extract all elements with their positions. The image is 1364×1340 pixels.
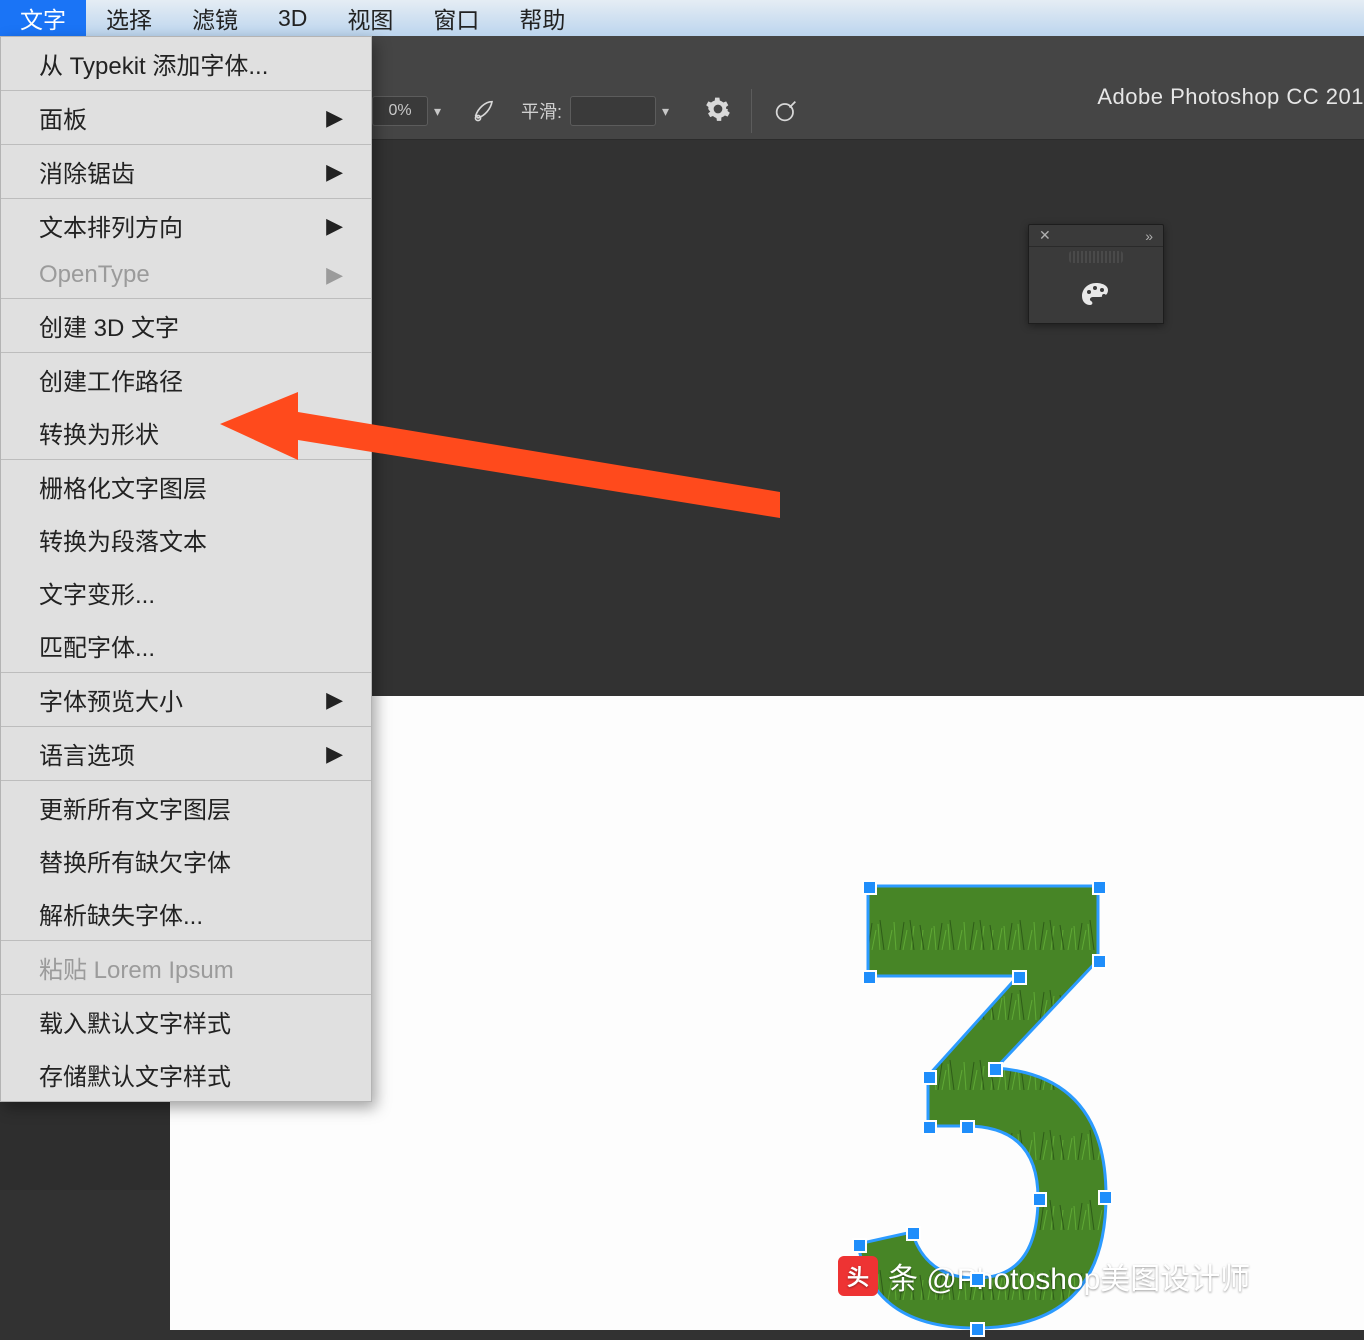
menu-replace-missing-fonts[interactable]: 替换所有缺欠字体 bbox=[1, 834, 371, 887]
submenu-arrow-icon: ▶ bbox=[326, 741, 343, 767]
menu-language-options[interactable]: 语言选项 ▶ bbox=[1, 727, 371, 780]
menu-paste-lorem: 粘贴 Lorem Ipsum bbox=[1, 941, 371, 994]
menu-item-label: 字体预览大小 bbox=[39, 682, 183, 717]
close-icon[interactable]: ✕ bbox=[1039, 227, 1051, 244]
menu-item-label: 替换所有缺欠字体 bbox=[39, 843, 231, 878]
menu-item-label: 栅格化文字图层 bbox=[39, 469, 207, 504]
menubar: 文字 选择 滤镜 3D 视图 窗口 帮助 bbox=[0, 0, 1364, 36]
menu-item-label: 消除锯齿 bbox=[39, 154, 135, 189]
submenu-arrow-icon: ▶ bbox=[326, 105, 343, 131]
menu-item-label: 从 Typekit 添加字体... bbox=[39, 46, 268, 81]
menu-item-label: 载入默认文字样式 bbox=[39, 1004, 231, 1039]
anchor-point[interactable] bbox=[1092, 880, 1107, 895]
menu-item-label: 转换为段落文本 bbox=[39, 522, 207, 557]
watermark-prefix: 条 bbox=[888, 1254, 918, 1298]
menu-create-3d-text[interactable]: 创建 3D 文字 bbox=[1, 299, 371, 352]
menu-help[interactable]: 帮助 bbox=[499, 0, 585, 36]
submenu-arrow-icon: ▶ bbox=[326, 159, 343, 185]
brush-settings-icon[interactable] bbox=[471, 97, 499, 125]
anchor-point[interactable] bbox=[852, 1238, 867, 1253]
collapsed-panel[interactable]: ✕ » bbox=[1028, 224, 1164, 324]
menu-item-label: 更新所有文字图层 bbox=[39, 790, 231, 825]
anchor-point[interactable] bbox=[1092, 954, 1107, 969]
menu-item-label: 存储默认文字样式 bbox=[39, 1057, 231, 1092]
expand-icon[interactable]: » bbox=[1145, 228, 1153, 244]
zoom-value[interactable]: 0% bbox=[372, 96, 428, 126]
zoom-field[interactable]: 0% ▾ bbox=[372, 96, 447, 126]
menu-window[interactable]: 窗口 bbox=[413, 0, 499, 36]
anchor-point[interactable] bbox=[906, 1226, 921, 1241]
anchor-point[interactable] bbox=[862, 970, 877, 985]
submenu-arrow-icon: ▶ bbox=[326, 213, 343, 239]
submenu-arrow-icon: ▶ bbox=[326, 687, 343, 713]
menu-match-font[interactable]: 匹配字体... bbox=[1, 619, 371, 672]
anchor-point[interactable] bbox=[1032, 1192, 1047, 1207]
menu-item-label: 语言选项 bbox=[39, 736, 135, 771]
menu-warp-text[interactable]: 文字变形... bbox=[1, 566, 371, 619]
menu-update-all-type[interactable]: 更新所有文字图层 bbox=[1, 781, 371, 834]
anchor-point[interactable] bbox=[922, 1070, 937, 1085]
menu-filter[interactable]: 滤镜 bbox=[172, 0, 258, 36]
menu-item-label: 创建 3D 文字 bbox=[39, 308, 179, 343]
watermark: 头 条 @Photoshop美图设计师 bbox=[838, 1254, 1250, 1298]
chevron-down-icon[interactable]: ▾ bbox=[428, 103, 447, 120]
menu-item-label: 文本排列方向 bbox=[39, 208, 183, 243]
menu-text-orientation[interactable]: 文本排列方向 ▶ bbox=[1, 199, 371, 252]
menu-item-label: 面板 bbox=[39, 100, 87, 135]
menu-view[interactable]: 视图 bbox=[327, 0, 413, 36]
menu-opentype: OpenType ▶ bbox=[1, 252, 371, 298]
app-title: Adobe Photoshop CC 201 bbox=[1097, 84, 1364, 110]
chevron-down-icon[interactable]: ▾ bbox=[656, 103, 675, 120]
menu-antialias[interactable]: 消除锯齿 ▶ bbox=[1, 145, 371, 198]
menu-3d[interactable]: 3D bbox=[258, 0, 327, 36]
color-palette-icon[interactable] bbox=[1080, 282, 1112, 308]
menu-item-label: 粘贴 Lorem Ipsum bbox=[39, 950, 234, 985]
menu-type[interactable]: 文字 bbox=[0, 0, 86, 36]
menu-item-label: 转换为形状 bbox=[39, 415, 159, 450]
menu-item-label: 创建工作路径 bbox=[39, 362, 183, 397]
smooth-value[interactable] bbox=[570, 96, 656, 126]
menu-save-default-type-styles[interactable]: 存储默认文字样式 bbox=[1, 1048, 371, 1101]
anchor-point[interactable] bbox=[1012, 970, 1027, 985]
anchor-point[interactable] bbox=[970, 1272, 985, 1287]
brush-target-icon[interactable] bbox=[772, 97, 800, 125]
smooth-label: 平滑: bbox=[521, 98, 562, 124]
anchor-point[interactable] bbox=[960, 1120, 975, 1135]
menu-item-label: 解析缺失字体... bbox=[39, 896, 203, 931]
menu-item-label: OpenType bbox=[39, 261, 150, 289]
type-menu-dropdown: 从 Typekit 添加字体... 面板 ▶ 消除锯齿 ▶ 文本排列方向 ▶ Open… bbox=[0, 36, 372, 1102]
submenu-arrow-icon: ▶ bbox=[326, 262, 343, 288]
watermark-logo: 头 bbox=[838, 1256, 878, 1296]
annotation-arrow bbox=[220, 392, 800, 532]
menu-add-typekit-fonts[interactable]: 从 Typekit 添加字体... bbox=[1, 37, 371, 90]
anchor-point[interactable] bbox=[862, 880, 877, 895]
smooth-field[interactable]: ▾ bbox=[570, 96, 675, 126]
anchor-point[interactable] bbox=[922, 1120, 937, 1135]
menu-resolve-missing-fonts[interactable]: 解析缺失字体... bbox=[1, 887, 371, 940]
divider bbox=[751, 89, 752, 133]
gear-icon[interactable] bbox=[705, 96, 731, 127]
grip-icon[interactable] bbox=[1069, 251, 1123, 263]
menu-item-label: 文字变形... bbox=[39, 575, 155, 610]
anchor-point[interactable] bbox=[1098, 1190, 1113, 1205]
menu-item-label: 匹配字体... bbox=[39, 628, 155, 663]
menu-panels[interactable]: 面板 ▶ bbox=[1, 91, 371, 144]
menu-font-preview-size[interactable]: 字体预览大小 ▶ bbox=[1, 673, 371, 726]
anchor-point[interactable] bbox=[988, 1062, 1003, 1077]
menu-select[interactable]: 选择 bbox=[86, 0, 172, 36]
menu-load-default-type-styles[interactable]: 载入默认文字样式 bbox=[1, 995, 371, 1048]
